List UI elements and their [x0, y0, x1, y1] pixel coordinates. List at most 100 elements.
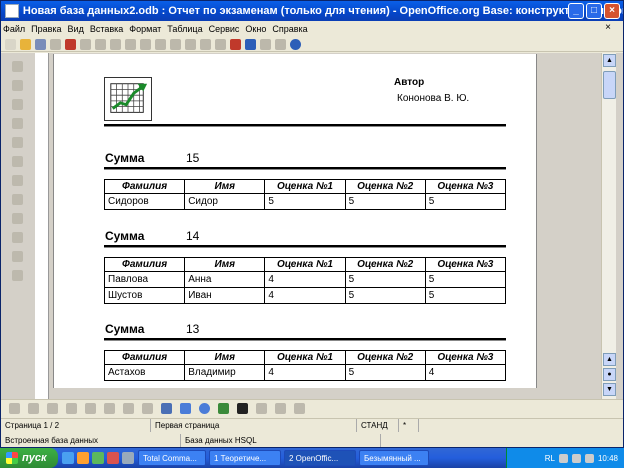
shape-tool-icon[interactable] [11, 175, 23, 186]
anchor-icon[interactable] [85, 403, 96, 414]
rect-draw-icon[interactable] [180, 403, 191, 414]
author-label: Автор [394, 77, 425, 88]
app-icon-2[interactable] [107, 452, 119, 464]
tray-icon[interactable] [558, 453, 568, 463]
gallery-icon[interactable] [245, 38, 256, 50]
function-tool-icon[interactable] [11, 232, 23, 243]
spellcheck-icon[interactable] [110, 38, 121, 50]
new-icon[interactable] [5, 38, 16, 50]
label-tool-icon[interactable] [11, 80, 23, 91]
column-header: Имя [184, 257, 266, 272]
wrap-icon[interactable] [104, 403, 115, 414]
maximize-button[interactable]: □ [586, 3, 602, 19]
app-icon-1[interactable] [92, 452, 104, 464]
cell-grade2: 5 [344, 193, 426, 210]
basic-shapes-icon[interactable] [275, 403, 286, 414]
group-divider [104, 245, 506, 248]
scroll-up-page-icon[interactable]: ▲ [603, 353, 616, 366]
select-tool-icon[interactable] [11, 61, 23, 72]
callout-icon[interactable] [256, 403, 267, 414]
vertical-scrollbar[interactable]: ▲ ▲ ● ▼ [601, 53, 616, 399]
task-openoffice[interactable]: 2 OpenOffic... [284, 450, 356, 466]
pointer-icon[interactable] [142, 403, 153, 414]
page-indicator: Страница 1 / 2 [1, 418, 151, 432]
ellipse-icon[interactable] [66, 403, 77, 414]
group-table: Фамилия Имя Оценка №1 Оценка №2 Оценка №… [103, 179, 507, 210]
preview-icon[interactable] [95, 38, 106, 50]
rectangle-icon[interactable] [47, 403, 58, 414]
stars-icon[interactable] [294, 403, 305, 414]
scroll-up-icon[interactable]: ▲ [603, 54, 616, 67]
column-header: Оценка №2 [344, 257, 426, 272]
grid-icon[interactable] [123, 403, 134, 414]
title-bar[interactable]: Новая база данных2.odb : Отчет по экзаме… [1, 1, 623, 21]
group-sum-value: 13 [186, 322, 200, 336]
modified-indicator: * [399, 418, 419, 432]
line-draw-icon[interactable] [161, 403, 172, 414]
cut-icon[interactable] [125, 38, 136, 50]
save-icon[interactable] [35, 38, 46, 50]
page-style: Первая страница [151, 418, 357, 432]
pdf-icon[interactable] [65, 38, 76, 50]
menu-window[interactable]: Окно [245, 24, 266, 34]
menu-tools[interactable]: Сервис [209, 24, 240, 34]
start-button[interactable]: пуск [0, 448, 58, 468]
group-sum-label: Сумма [105, 151, 145, 165]
close-button[interactable]: × [604, 3, 620, 19]
field-tool-icon[interactable] [11, 99, 23, 110]
date-tool-icon[interactable] [11, 194, 23, 205]
menu-table[interactable]: Таблица [167, 24, 202, 34]
column-header: Оценка №1 [264, 350, 346, 365]
scroll-down-icon[interactable]: ▼ [603, 383, 616, 396]
copy-icon[interactable] [140, 38, 151, 50]
line-icon[interactable] [28, 403, 39, 414]
zoom-icon[interactable] [275, 38, 286, 50]
tray-icon[interactable] [584, 453, 594, 463]
line-tool-icon[interactable] [11, 156, 23, 167]
selection-mode[interactable]: СТАНД [357, 418, 399, 432]
navigator-icon[interactable] [230, 38, 241, 50]
menu-edit[interactable]: Правка [31, 24, 61, 34]
menu-file[interactable]: Файл [3, 24, 25, 34]
paste-icon[interactable] [155, 38, 166, 50]
menu-format[interactable]: Формат [129, 24, 161, 34]
open-icon[interactable] [20, 38, 31, 50]
task-untitled[interactable]: Безымянный ... [359, 450, 429, 466]
folder-icon[interactable] [77, 452, 89, 464]
scroll-target-icon[interactable]: ● [603, 368, 616, 381]
text-icon[interactable] [237, 403, 248, 414]
align-tool-icon[interactable] [11, 270, 23, 281]
edit-icon[interactable] [50, 38, 61, 50]
print-icon[interactable] [80, 38, 91, 50]
app-icon-3[interactable] [122, 452, 134, 464]
subreport-tool-icon[interactable] [11, 251, 23, 262]
tray-icon[interactable] [571, 453, 581, 463]
chart-tool-icon[interactable] [11, 137, 23, 148]
close-document-icon[interactable]: × [605, 22, 611, 33]
redo-icon[interactable] [185, 38, 196, 50]
select-icon[interactable] [9, 403, 20, 414]
cell-grade1: 4 [264, 364, 346, 381]
table-icon[interactable] [215, 38, 226, 50]
language-indicator[interactable]: RL [545, 454, 555, 463]
ellipse-draw-icon[interactable] [199, 403, 210, 414]
cell-name: Сидор [184, 193, 266, 210]
minimize-button[interactable]: _ [568, 3, 584, 19]
menu-view[interactable]: Вид [68, 24, 84, 34]
ie-icon[interactable] [62, 452, 74, 464]
task-theory-doc[interactable]: 1 Теоретиче... [209, 450, 281, 466]
scroll-thumb[interactable] [603, 71, 616, 99]
page-number-tool-icon[interactable] [11, 213, 23, 224]
undo-icon[interactable] [170, 38, 181, 50]
task-total-commander[interactable]: Total Comma... [138, 450, 206, 466]
datasource-icon[interactable] [260, 38, 271, 50]
menu-bar: Файл Правка Вид Вставка Формат Таблица С… [1, 21, 623, 36]
image-tool-icon[interactable] [11, 118, 23, 129]
help-icon[interactable] [290, 38, 301, 50]
hyperlink-icon[interactable] [200, 38, 211, 50]
table-row: Сидоров Сидор 5 5 5 [103, 193, 507, 210]
freeform-icon[interactable] [218, 403, 229, 414]
status-bar: Страница 1 / 2 Первая страница СТАНД * [1, 418, 623, 432]
menu-help[interactable]: Справка [272, 24, 307, 34]
menu-insert[interactable]: Вставка [90, 24, 123, 34]
